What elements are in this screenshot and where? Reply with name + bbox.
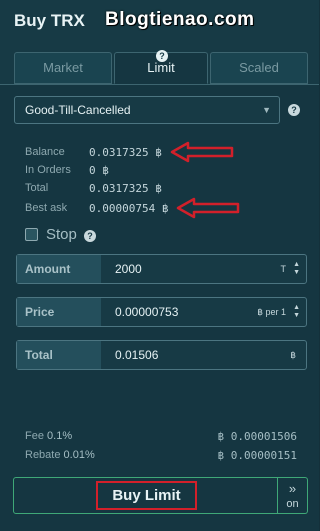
fee-label: Fee [25,430,44,442]
help-icon[interactable]: ? [288,104,300,116]
amount-input[interactable]: 2000 [115,255,142,283]
help-icon[interactable]: ? [156,50,168,62]
stop-label[interactable]: Stop [46,226,77,243]
total-label: Total [17,341,101,369]
chevron-down-icon: ▼ [262,105,271,115]
best-ask-value[interactable]: 0.00000754 ฿ [89,202,168,215]
fee-value: ฿ 0.00001506 [217,430,297,443]
order-type-select[interactable]: Good-Till-Cancelled ▼ [14,96,280,124]
total-balance-label: Total [25,182,49,194]
auto-toggle[interactable]: » on [278,477,308,514]
balance-value: 0.0317325 ฿ [89,146,162,159]
amount-unit: T [280,264,287,274]
total-balance-row: Total 0.0317325 ฿ [25,182,162,195]
price-stepper-icon[interactable]: ▲ ▼ [293,304,300,320]
tab-market[interactable]: Market [14,52,112,84]
watermark-text: Blogtienao.com [105,9,255,30]
panel-title: Buy TRX [14,11,85,30]
order-type-value: Good-Till-Cancelled [25,103,131,117]
rebate-percent: 0.01% [63,449,95,461]
balance-label: Balance [25,146,65,158]
rebate-row: Rebate 0.01% [25,449,95,461]
amount-stepper-icon[interactable]: ▲ ▼ [293,261,300,277]
panel-header: Buy TRX Blogtienao.com [0,0,319,44]
best-ask-label: Best ask [25,202,68,214]
buy-limit-button[interactable]: Buy Limit [13,477,278,514]
best-ask-row: Best ask 0.00000754 ฿ [25,202,168,215]
annotation-arrow-icon [170,141,234,163]
price-unit: ฿ per 1 [257,307,286,317]
toggle-label: on [286,498,299,510]
tab-scaled[interactable]: Scaled [210,52,308,84]
buy-limit-label: Buy Limit [96,481,197,510]
amount-field[interactable]: Amount 2000 T ▲ ▼ [16,254,307,284]
total-field[interactable]: Total 0.01506 ฿ [16,340,307,370]
fee-percent: 0.1% [47,430,73,442]
annotation-arrow-icon [176,197,240,219]
close-icon[interactable] [291,8,311,28]
total-balance-value: 0.0317325 ฿ [89,182,162,195]
amount-label: Amount [17,255,101,283]
in-orders-value: 0 ฿ [89,164,109,177]
order-panel: Buy TRX Blogtienao.com Market Limit Scal… [0,0,319,531]
in-orders-label: In Orders [25,164,71,176]
fee-row: Fee 0.1% [25,430,72,442]
price-label: Price [17,298,101,326]
total-unit: ฿ [290,350,296,360]
double-chevron-right-icon: » [288,481,297,496]
rebate-label: Rebate [25,449,61,461]
stop-checkbox[interactable] [25,228,38,241]
in-orders-row: In Orders 0 ฿ [25,164,109,177]
price-field[interactable]: Price 0.00000753 ฿ per 1 ▲ ▼ [16,297,307,327]
help-icon[interactable]: ? [84,230,96,242]
price-input[interactable]: 0.00000753 [115,298,178,326]
balance-row: Balance 0.0317325 ฿ [25,146,162,159]
total-input[interactable]: 0.01506 [115,341,158,369]
rebate-value: ฿ 0.00000151 [217,449,297,462]
